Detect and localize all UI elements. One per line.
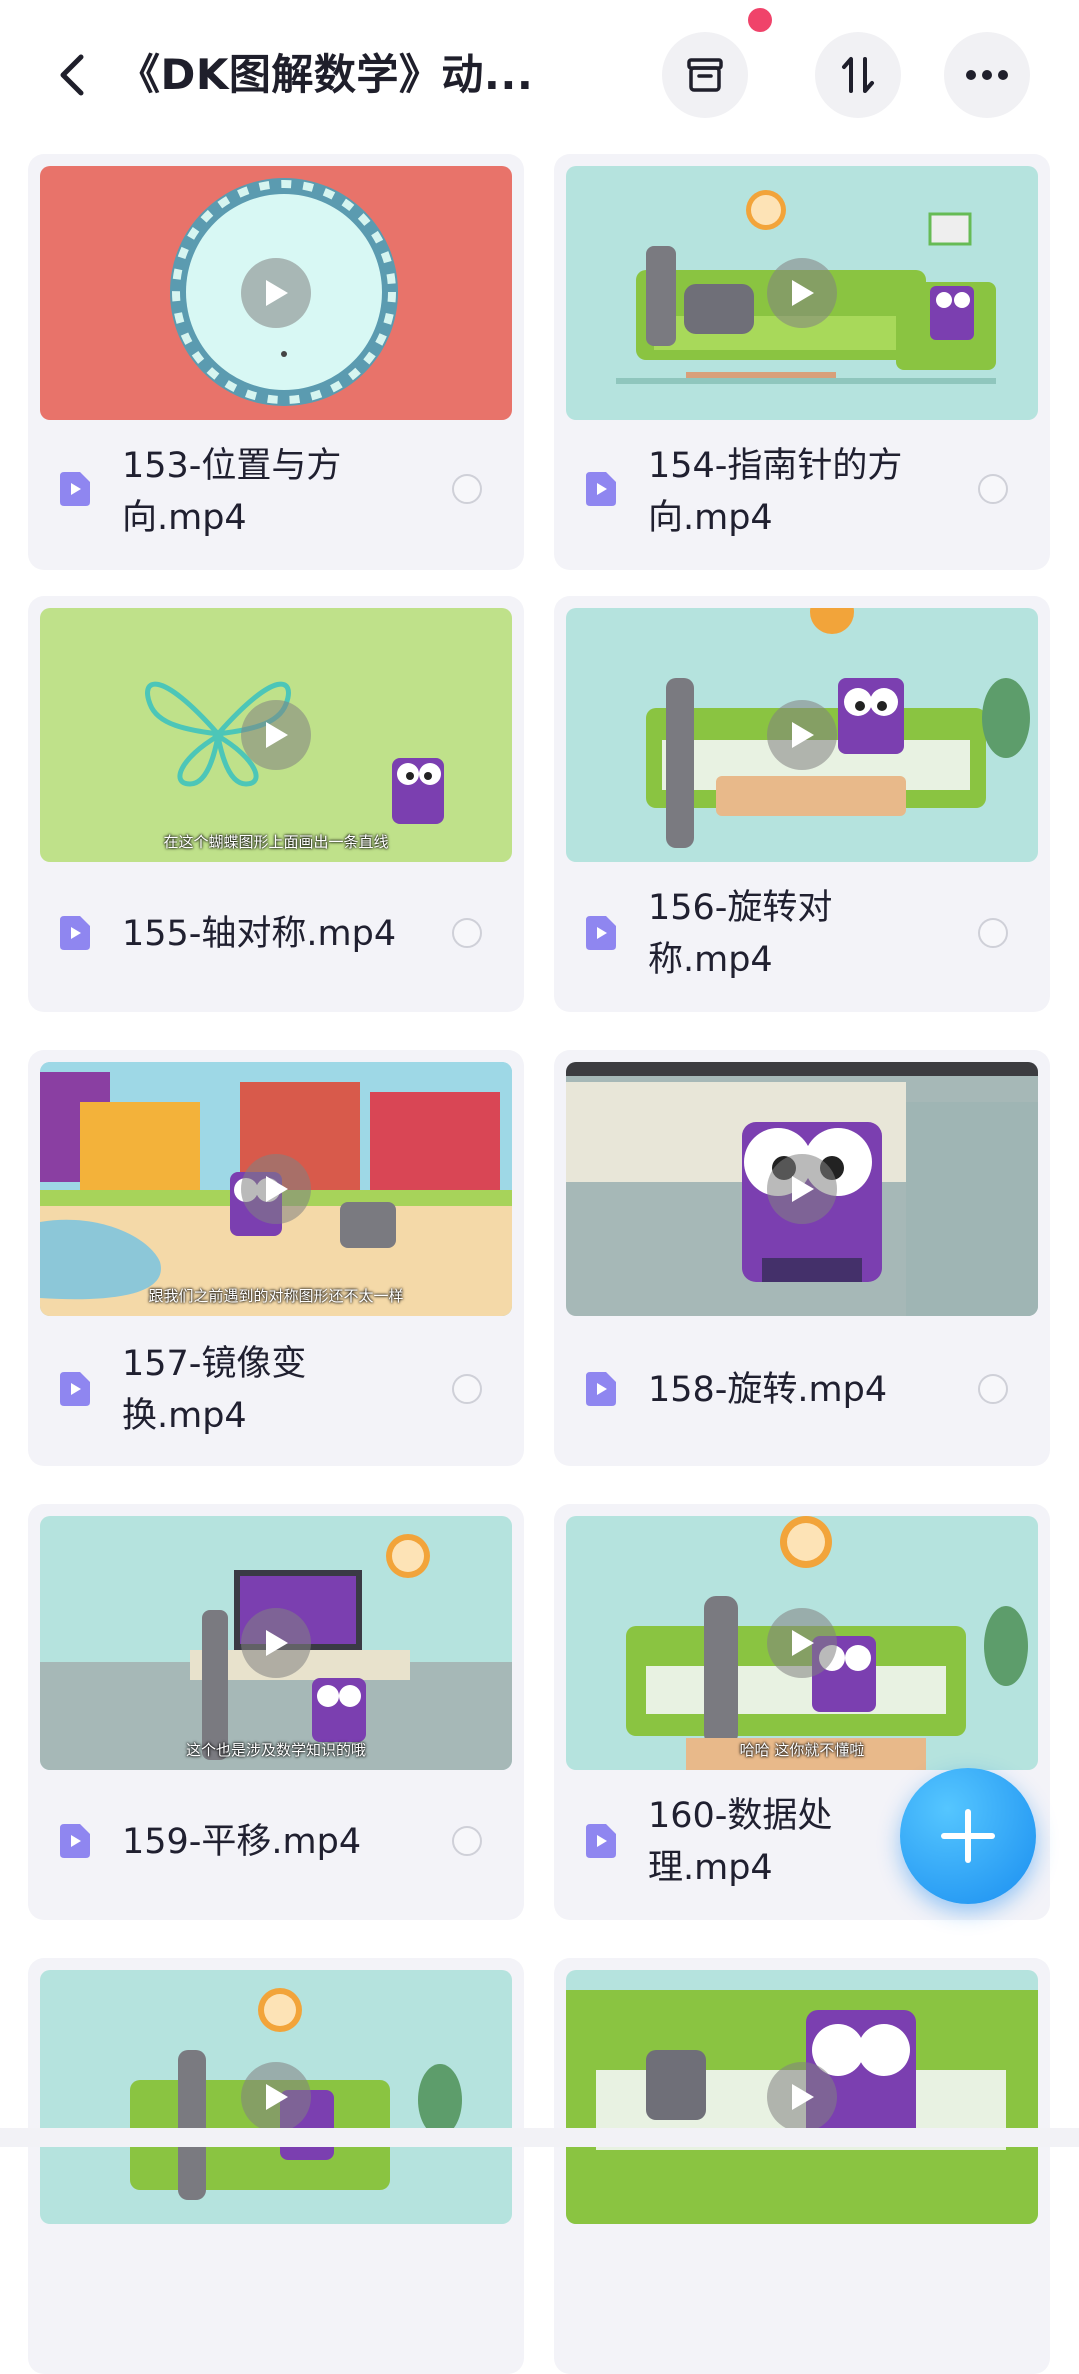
play-icon[interactable] xyxy=(767,700,837,770)
select-checkbox[interactable] xyxy=(452,1826,482,1856)
select-checkbox[interactable] xyxy=(452,918,482,948)
file-card[interactable] xyxy=(554,1958,1050,2374)
video-file-icon xyxy=(586,1824,616,1858)
plus-icon xyxy=(941,1809,995,1863)
play-icon[interactable] xyxy=(767,1154,837,1224)
video-thumbnail xyxy=(40,1970,512,2224)
play-icon[interactable] xyxy=(241,1154,311,1224)
video-thumbnail xyxy=(566,166,1038,420)
play-icon[interactable] xyxy=(767,258,837,328)
video-file-icon xyxy=(60,1372,90,1406)
file-name: 154-指南针的方 向.mp4 xyxy=(648,446,903,538)
video-thumbnail xyxy=(566,608,1038,862)
subtitle-caption: 在这个蝴蝶图形上面画出一条直线 xyxy=(163,833,389,851)
video-thumbnail xyxy=(40,166,512,420)
video-file-icon xyxy=(586,1372,616,1406)
file-name: 159-平移.mp4 xyxy=(122,1822,362,1862)
select-checkbox[interactable] xyxy=(978,474,1008,504)
bottom-edge xyxy=(0,2128,1079,2147)
select-checkbox[interactable] xyxy=(978,918,1008,948)
video-thumbnail: 这个也是涉及数学知识的哦 xyxy=(40,1516,512,1770)
subtitle-caption: 跟我们之前遇到的对称图形还不太一样 xyxy=(148,1287,404,1305)
more-icon xyxy=(966,70,1008,80)
archive-button[interactable] xyxy=(662,32,748,118)
notification-dot xyxy=(748,8,772,32)
video-thumbnail: 哈哈 这你就不懂啦 xyxy=(566,1516,1038,1770)
file-name: 157-镜像变 换.mp4 xyxy=(122,1344,307,1436)
file-card[interactable]: 在这个蝴蝶图形上面画出一条直线 155-轴对称.mp4 xyxy=(28,596,524,1012)
video-file-icon xyxy=(586,472,616,506)
page-title: 《DK图解数学》动... xyxy=(118,50,534,99)
subtitle-caption: 这个也是涉及数学知识的哦 xyxy=(185,1741,366,1759)
more-button[interactable] xyxy=(944,32,1030,118)
select-checkbox[interactable] xyxy=(452,1374,482,1404)
play-icon[interactable] xyxy=(241,2062,311,2132)
select-checkbox[interactable] xyxy=(452,474,482,504)
play-icon[interactable] xyxy=(767,2062,837,2132)
file-card[interactable]: 153-位置与方 向.mp4 xyxy=(28,154,524,570)
file-name: 153-位置与方 向.mp4 xyxy=(122,446,342,538)
file-card[interactable]: 156-旋转对 称.mp4 xyxy=(554,596,1050,1012)
file-card[interactable] xyxy=(28,1958,524,2374)
video-file-icon xyxy=(60,916,90,950)
sort-button[interactable] xyxy=(815,32,901,118)
file-card[interactable]: 这个也是涉及数学知识的哦 159-平移.mp4 xyxy=(28,1504,524,1920)
top-bar: 《DK图解数学》动... xyxy=(0,0,1079,150)
back-button[interactable] xyxy=(44,40,100,110)
video-file-icon xyxy=(60,472,90,506)
file-name: 156-旋转对 称.mp4 xyxy=(648,888,833,980)
video-file-icon xyxy=(60,1824,90,1858)
sort-icon xyxy=(842,57,874,93)
play-icon[interactable] xyxy=(241,258,311,328)
file-card[interactable]: 跟我们之前遇到的对称图形还不太一样 157-镜像变 换.mp4 xyxy=(28,1050,524,1466)
video-thumbnail xyxy=(566,1970,1038,2224)
video-thumbnail: 跟我们之前遇到的对称图形还不太一样 xyxy=(40,1062,512,1316)
play-icon[interactable] xyxy=(241,700,311,770)
play-icon[interactable] xyxy=(241,1608,311,1678)
select-checkbox[interactable] xyxy=(978,1374,1008,1404)
play-icon[interactable] xyxy=(767,1608,837,1678)
file-card[interactable]: 158-旋转.mp4 xyxy=(554,1050,1050,1466)
video-file-icon xyxy=(586,916,616,950)
add-button[interactable] xyxy=(900,1768,1036,1904)
subtitle-caption: 哈哈 这你就不懂啦 xyxy=(739,1741,865,1759)
video-thumbnail: 在这个蝴蝶图形上面画出一条直线 xyxy=(40,608,512,862)
file-name: 155-轴对称.mp4 xyxy=(122,914,397,954)
file-card[interactable]: 154-指南针的方 向.mp4 xyxy=(554,154,1050,570)
chevron-left-icon xyxy=(60,54,84,96)
file-name: 158-旋转.mp4 xyxy=(648,1370,888,1410)
archive-icon xyxy=(687,58,723,92)
video-thumbnail xyxy=(566,1062,1038,1316)
